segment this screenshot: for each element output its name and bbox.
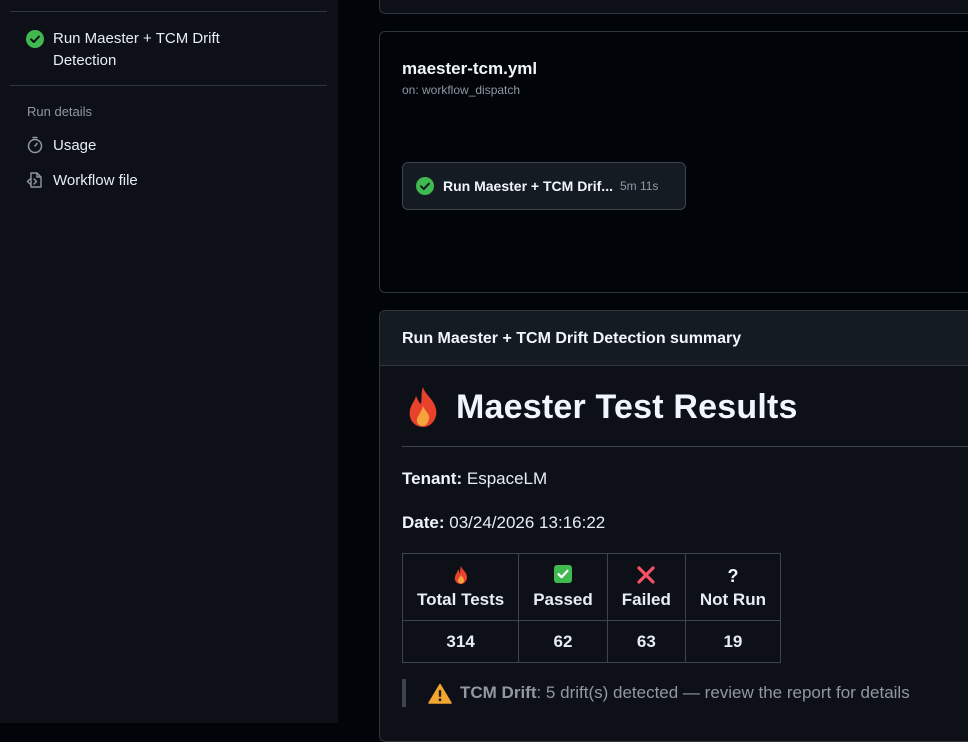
not-run-value: 19: [684, 620, 781, 663]
sidebar: Run Maester + TCM Drift Detection Run de…: [0, 0, 338, 723]
summary-title-text: Maester Test Results: [456, 387, 798, 426]
total-tests-value: 314: [401, 620, 520, 663]
date-label: Date:: [402, 513, 445, 532]
column-header-label: Not Run: [699, 589, 766, 609]
sidebar-item-label: Workflow file: [53, 171, 138, 189]
column-header-not-run: ? Not Run: [684, 553, 781, 621]
previous-card: [379, 0, 968, 14]
sidebar-divider: [10, 85, 327, 86]
sidebar-item-job[interactable]: Run Maester + TCM Drift Detection: [26, 28, 256, 72]
job-summary-card: Run Maester + TCM Drift Detection summar…: [379, 310, 968, 742]
success-check-icon: [26, 30, 44, 48]
summary-title: Maester Test Results: [406, 386, 798, 428]
job-node-name: Run Maester + TCM Drif...: [443, 178, 613, 194]
workflow-trigger: on: workflow_dispatch: [402, 83, 521, 97]
job-node-duration: 5m 11s: [619, 179, 659, 193]
fire-icon: [409, 387, 437, 427]
workflow-filename: maester-tcm.yml: [402, 59, 538, 78]
tenant-value: EspaceLM: [466, 469, 548, 488]
sidebar-item-workflow-file[interactable]: Workflow file: [26, 171, 138, 189]
sidebar-divider: [10, 11, 327, 12]
column-header-total: Total Tests: [401, 553, 520, 621]
heading-divider: [402, 446, 968, 447]
tenant-line: Tenant: EspaceLM: [402, 469, 547, 489]
table-row: 314 62 63 19: [401, 620, 781, 663]
column-header-passed: Passed: [518, 553, 608, 621]
passed-value: 62: [518, 620, 608, 663]
file-code-icon: [26, 172, 42, 188]
check-mark-icon: [533, 564, 593, 587]
question-mark-icon: ?: [727, 565, 739, 586]
failed-value: 63: [606, 620, 686, 663]
sidebar-item-label: Usage: [53, 136, 97, 154]
sidebar-job-label: Run Maester + TCM Drift Detection: [53, 30, 220, 69]
results-table: Total Tests Passed Failed ? Not Run 314 …: [401, 553, 781, 663]
drift-label: TCM Drift: [460, 683, 537, 702]
column-header-failed: Failed: [606, 553, 686, 621]
column-header-label: Total Tests: [417, 589, 505, 609]
stopwatch-icon: [27, 136, 43, 154]
cross-mark-icon: [622, 565, 671, 587]
workflow-graph-card: maester-tcm.yml on: workflow_dispatch Ru…: [379, 31, 968, 293]
column-header-label: Failed: [621, 589, 671, 609]
job-node[interactable]: Run Maester + TCM Drif... 5m 11s: [402, 162, 686, 210]
success-check-icon: [416, 177, 434, 195]
summary-header: Run Maester + TCM Drift Detection summar…: [380, 311, 968, 366]
tenant-label: Tenant:: [402, 469, 463, 488]
drift-blockquote: TCM Drift: 5 drift(s) detected — review …: [402, 679, 910, 707]
warning-icon: [428, 683, 452, 704]
column-header-label: Passed: [533, 589, 593, 609]
sidebar-section-title: Run details: [27, 104, 93, 119]
table-header-row: Total Tests Passed Failed ? Not Run: [401, 553, 781, 621]
sidebar-item-usage[interactable]: Usage: [26, 136, 96, 154]
fire-icon: [417, 565, 504, 587]
date-value: 03/24/2026 13:16:22: [449, 513, 606, 532]
date-line: Date: 03/24/2026 13:16:22: [402, 513, 605, 533]
drift-text: : 5 drift(s) detected — review the repor…: [536, 683, 910, 702]
